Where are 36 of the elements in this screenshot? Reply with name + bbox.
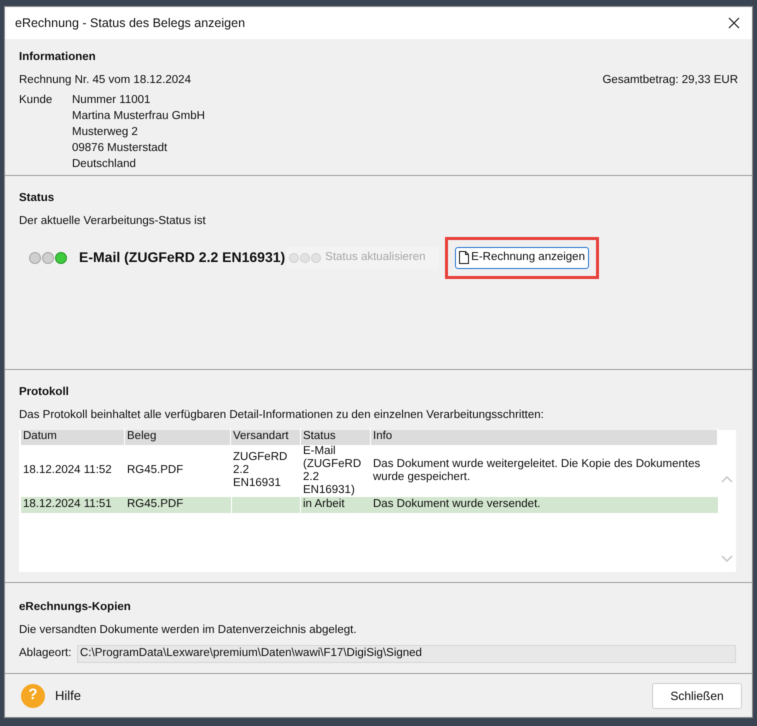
section-heading: Status bbox=[19, 191, 56, 206]
invoice-label: Rechnung Nr. 45 vom 18.12.2024 bbox=[19, 73, 191, 88]
address-line: Musterweg 2 bbox=[72, 124, 139, 140]
section-heading: Protokoll bbox=[19, 385, 70, 400]
table-cell-text: RG45.PDF bbox=[126, 498, 184, 511]
customer-label: Kunde bbox=[19, 92, 54, 108]
status-value: E-Mail (ZUGFeRD 2.2 EN16931) bbox=[79, 248, 286, 267]
show-invoice-button[interactable]: E-Rechnung anzeigen bbox=[455, 246, 589, 268]
total-amount: Gesamtbetrag: 29,33 EUR bbox=[602, 73, 738, 88]
location-field[interactable]: C:\ProgramData\Lexware\premium\Daten\wawi\F17\DigiSig\Signed bbox=[77, 645, 736, 663]
table-cell-text: RG45.PDF bbox=[126, 464, 184, 477]
close-button[interactable]: Schließen bbox=[652, 682, 742, 708]
protocol-intro: Das Protokoll beinhaltet alle verfügbaren Detail-Informationen zu den einzelnen Verarbeitungsschritten: bbox=[19, 408, 545, 424]
table-cell-text: ZUGFeRD 2.2 EN16931 bbox=[232, 451, 288, 490]
help-link[interactable]: Hilfe bbox=[55, 686, 82, 706]
close-icon[interactable] bbox=[728, 17, 740, 29]
table-row[interactable]: 18.12.2024 11:51 RG45.PDF in Arbeit Das Dokument wurde versendet. bbox=[21, 496, 718, 512]
table-cell-text: Das Dokument wurde versendet. bbox=[372, 498, 542, 511]
address-line: Nummer 11001 bbox=[72, 92, 152, 108]
section-heading: Informationen bbox=[19, 50, 97, 65]
table-cell-text: in Arbeit bbox=[302, 498, 346, 511]
table-cell-text: Das Dokument wurde weitergeleitet. Die Kopie des Dokumentes wurde gespeichert. bbox=[372, 458, 702, 484]
address-line: Martina Musterfrau GmbH bbox=[72, 108, 205, 124]
address-line: 09876 Musterstadt bbox=[72, 140, 168, 156]
copies-intro: Die versandten Dokumente werden im Datenverzeichnis abgelegt. bbox=[19, 622, 358, 638]
table-cell-text: E-Mail (ZUGFeRD 2.2 EN16931) bbox=[302, 444, 362, 496]
scroll-down-icon[interactable] bbox=[721, 554, 733, 562]
scroll-up-icon[interactable] bbox=[721, 476, 733, 482]
table-cell-text: 18.12.2024 11:52 bbox=[22, 464, 113, 477]
window-title: eRechnung - Status des Belegs anzeigen bbox=[15, 14, 246, 32]
table-cell-text: 18.12.2024 11:51 bbox=[22, 498, 113, 511]
location-label: Ablageort: bbox=[19, 646, 72, 662]
status-intro: Der aktuelle Verarbeitungs-Status ist bbox=[19, 214, 207, 230]
address-line: Deutschland bbox=[72, 156, 137, 172]
section-heading: eRechnungs-Kopien bbox=[19, 600, 132, 614]
document-icon bbox=[459, 251, 470, 264]
